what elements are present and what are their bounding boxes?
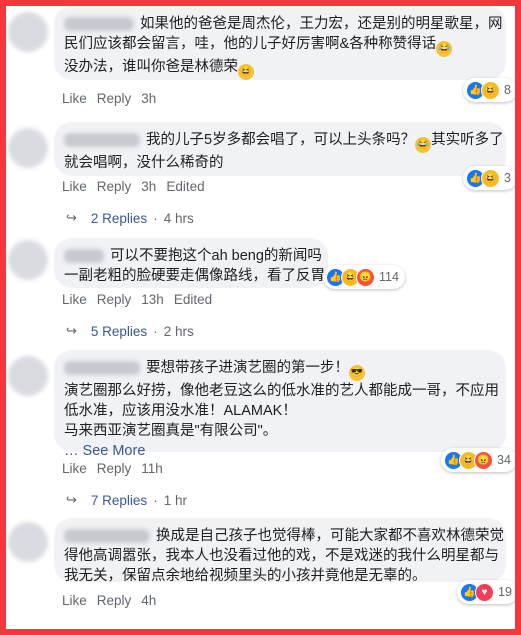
- like-link[interactable]: Like: [62, 461, 87, 476]
- see-more-link[interactable]: … See More: [64, 441, 494, 461]
- comment-text-line: 低水准，应该用没水准！ALAMAK！: [64, 403, 297, 419]
- reply-arrow-icon: ↪: [66, 210, 77, 225]
- replies-time: 1 hr: [163, 492, 187, 508]
- reaction-summary[interactable]: 👍 😆 3: [463, 166, 517, 190]
- comment-actions: Like Reply 13h Edited: [62, 292, 222, 307]
- comment-bubble: 如果他的爸爸是周杰伦，王力宏，还是别的明星歌星，网 民们应该都会留言，哇，他的儿…: [54, 6, 506, 80]
- avatar[interactable]: [8, 240, 48, 280]
- avatar[interactable]: [8, 128, 48, 168]
- comment-text-tail: 其实听多了: [431, 132, 504, 148]
- comment-bubble: 要想带孩子进演艺圈的第一步！ 😎 演艺圈那么好捞，像他老豆这么的低水准的艺人都能成…: [54, 350, 506, 459]
- reply-link[interactable]: Reply: [97, 593, 132, 608]
- edited-label[interactable]: Edited: [174, 292, 212, 307]
- comment-bubble: 可以不要抱这个ah beng的新闻吗 一副老粗的脸硬要走偶像路线，看了反胃: [54, 238, 328, 288]
- laughing-face-icon: 😂: [436, 41, 453, 57]
- replies-separator: ·: [153, 323, 158, 339]
- reply-link[interactable]: Reply: [97, 179, 132, 194]
- reaction-count: 8: [504, 83, 511, 97]
- angry-face-icon: 😠: [474, 450, 493, 470]
- commenter-name[interactable]: [64, 133, 140, 148]
- grinning-face-icon: 😆: [238, 64, 254, 80]
- replies-count-link[interactable]: 7 Replies: [91, 493, 147, 508]
- comment-text-line: 一副老粗的脸硬要走偶像路线，看了反胃: [64, 268, 325, 284]
- comment-bubble: 我的儿子5岁多都会唱了，可以上头条吗？ 😂 其实听多了 就会唱啊，没什么稀奇的: [54, 122, 506, 176]
- like-link[interactable]: Like: [62, 593, 87, 608]
- comment-text-line: 我无关，保留点余地给视频里头的小孩并竟他是无辜的。: [64, 568, 427, 584]
- replies-separator: ·: [153, 210, 158, 226]
- like-link[interactable]: Like: [62, 292, 87, 307]
- replies-count-link[interactable]: 2 Replies: [91, 211, 147, 226]
- view-replies[interactable]: ↪ 5 Replies · 2 hrs: [66, 323, 194, 339]
- comment-timestamp[interactable]: 3h: [141, 179, 156, 194]
- replies-count-link[interactable]: 5 Replies: [91, 324, 147, 339]
- laughing-face-icon: 😆: [481, 168, 500, 188]
- comment-text-line: 换成是自己孩子也觉得棒，可能大家都不喜欢林德荣觉: [156, 528, 504, 544]
- comment-text-line: 得他高调嚣张，我本人也没看过他的戏，不是戏迷的我什么明星都与: [64, 548, 499, 564]
- laughing-face-icon: 😆: [481, 80, 500, 100]
- edited-label[interactable]: Edited: [166, 179, 204, 194]
- reaction-count: 34: [497, 453, 511, 467]
- reaction-count: 114: [379, 270, 399, 284]
- reply-link[interactable]: Reply: [97, 91, 132, 106]
- like-link[interactable]: Like: [62, 179, 87, 194]
- comment-timestamp[interactable]: 13h: [141, 292, 164, 307]
- comment-text-line: 要想带孩子进演艺圈的第一步！: [146, 360, 349, 376]
- avatar[interactable]: [8, 522, 48, 562]
- sunglasses-face-icon: 😎: [349, 365, 365, 381]
- commenter-name[interactable]: [64, 249, 104, 264]
- heart-icon: ♥: [475, 582, 494, 602]
- comment-text-line: 演艺圈那么好捞，像他老豆这么的低水准的艺人都能成一哥，不应用: [64, 383, 499, 399]
- comment-timestamp[interactable]: 4h: [141, 593, 156, 608]
- comment-text-line: 民们应该都会留言，哇，他的儿子好厉害啊&各种称赞得话 😂: [64, 34, 494, 57]
- commenter-name[interactable]: [64, 361, 140, 376]
- commenter-name[interactable]: [64, 529, 150, 544]
- angry-face-icon: 😠: [356, 267, 375, 287]
- comment-text-line: 就会唱啊，没什么稀奇的: [64, 155, 224, 171]
- like-link[interactable]: Like: [62, 91, 87, 106]
- comment-text-line: 可以不要抱这个ah beng的新闻吗: [110, 248, 322, 264]
- comment-actions: Like Reply 11h: [62, 461, 173, 476]
- reaction-summary[interactable]: 👍 😆 😠 34: [441, 448, 517, 472]
- reaction-count: 19: [498, 585, 512, 599]
- view-replies[interactable]: ↪ 2 Replies · 4 hrs: [66, 210, 194, 226]
- comment-actions: Like Reply 3h Edited: [62, 179, 215, 194]
- avatar[interactable]: [8, 12, 48, 52]
- comment-actions: Like Reply 3h: [62, 91, 166, 106]
- comment-actions: Like Reply 4h: [62, 593, 166, 608]
- comment-text-line: 我的儿子5岁多都会唱了，可以上头条吗？: [146, 132, 416, 148]
- replies-time: 2 hrs: [163, 323, 194, 339]
- comment-timestamp[interactable]: 11h: [141, 461, 163, 476]
- avatar[interactable]: [8, 356, 48, 396]
- comment-text-line: 马来西亚演艺圈真是"有限公司"。: [64, 423, 278, 439]
- reaction-summary[interactable]: 👍 ♥ 19: [457, 580, 518, 604]
- comment-bubble: 换成是自己孩子也觉得棒，可能大家都不喜欢林德荣觉 得他高调嚣张，我本人也没看过他…: [54, 518, 506, 584]
- reply-link[interactable]: Reply: [97, 461, 132, 476]
- reaction-summary[interactable]: 👍 😆 8: [463, 78, 517, 102]
- comment-timestamp[interactable]: 3h: [141, 91, 156, 106]
- replies-separator: ·: [153, 492, 158, 508]
- comment-text-line: 如果他的爸爸是周杰伦，王力宏，还是别的明星歌星，网: [140, 16, 503, 32]
- reaction-summary[interactable]: 👍 😆 😠 114: [323, 265, 405, 289]
- commenter-name[interactable]: [64, 17, 134, 32]
- reaction-count: 3: [504, 171, 511, 185]
- comment-text-line: 没办法，谁叫你爸是林德荣 😆: [64, 57, 494, 80]
- view-replies[interactable]: ↪ 7 Replies · 1 hr: [66, 492, 187, 508]
- replies-time: 4 hrs: [163, 210, 194, 226]
- laughing-face-icon: 😂: [415, 137, 432, 153]
- reply-link[interactable]: Reply: [97, 292, 132, 307]
- reply-arrow-icon: ↪: [66, 323, 77, 338]
- reply-arrow-icon: ↪: [66, 492, 77, 507]
